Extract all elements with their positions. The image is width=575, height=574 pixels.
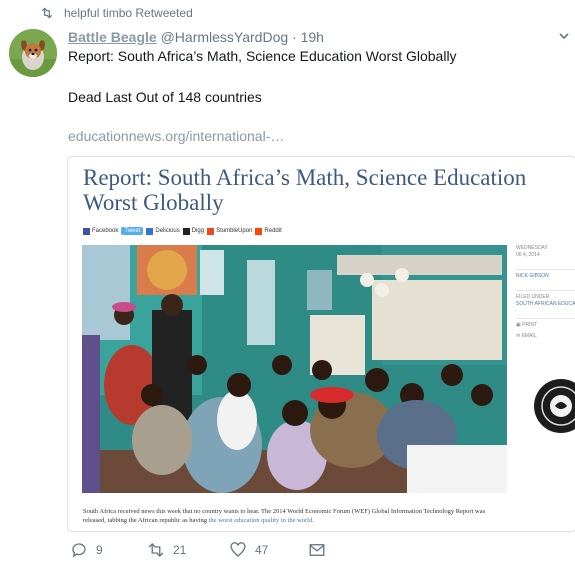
heart-icon — [230, 542, 246, 557]
author-name[interactable]: Battle Beagle — [68, 29, 157, 45]
publish-date: 06 4, 2014 — [516, 252, 540, 258]
publish-day: WEDNESDAY — [516, 245, 548, 251]
share-reddit[interactable]: Reddit — [255, 227, 282, 235]
author-handle[interactable]: @HarmlessYardDog — [161, 29, 289, 45]
tweet-text-line: Report: South Africa’s Math, Science Edu… — [68, 48, 457, 64]
article-sidebar: WEDNESDAY 06 4, 2014 NICK GIBSON FILED U… — [516, 245, 575, 350]
category-link[interactable]: SOUTH AFRICAN EDUCATION — [516, 301, 575, 308]
like-count: 47 — [255, 543, 269, 557]
share-delicious[interactable]: Delicious — [146, 227, 180, 235]
retweet-button[interactable]: 21 — [147, 541, 229, 559]
envelope-icon — [309, 544, 325, 556]
tweet-time[interactable]: · 19h — [292, 29, 324, 45]
retweet-icon — [41, 7, 53, 19]
article-photo — [82, 245, 507, 493]
tweet-text-line: Dead Last Out of 148 countries — [68, 89, 262, 105]
share-tweet[interactable]: Tweet — [121, 227, 144, 235]
article-caption: South Africa received news this week tha… — [83, 508, 486, 524]
reply-icon — [72, 543, 86, 558]
article-author[interactable]: NICK GIBSON — [516, 273, 549, 279]
retweet-text[interactable]: helpful timbo Retweeted — [64, 6, 193, 20]
share-bar: Facebook Tweet Delicious Digg StumbleUpo… — [83, 227, 282, 235]
link-card[interactable]: Report: South Africa’s Math, Science Edu… — [67, 156, 575, 532]
print-link[interactable]: ▣ PRINT — [516, 322, 575, 329]
share-stumbleupon[interactable]: StumbleUpon — [207, 227, 252, 235]
article-title: Report: South Africa’s Math, Science Edu… — [83, 165, 527, 215]
tweet-link[interactable]: educationnews.org/international-… — [68, 128, 284, 144]
chevron-down-icon[interactable] — [558, 30, 570, 42]
retweet-context: helpful timbo Retweeted — [40, 6, 193, 20]
site-seal-logo — [534, 379, 575, 433]
share-facebook[interactable]: Facebook — [83, 227, 118, 235]
retweet-icon — [148, 543, 164, 557]
like-button[interactable]: 47 — [229, 541, 308, 559]
tweet-header: Battle Beagle @HarmlessYardDog · 19h — [68, 29, 324, 45]
retweet-count: 21 — [173, 543, 187, 557]
direct-message-button[interactable] — [308, 541, 326, 559]
filed-under-label: FILED UNDER — [516, 294, 550, 300]
tweet-actions: 9 21 47 — [70, 541, 326, 559]
reply-button[interactable]: 9 — [70, 541, 147, 559]
avatar[interactable] — [9, 29, 57, 77]
email-link[interactable]: ✉ EMAIL — [516, 333, 575, 340]
caption-link[interactable]: the worst education quality in the world — [209, 517, 313, 524]
share-digg[interactable]: Digg — [182, 227, 204, 235]
reply-count: 9 — [96, 543, 103, 557]
